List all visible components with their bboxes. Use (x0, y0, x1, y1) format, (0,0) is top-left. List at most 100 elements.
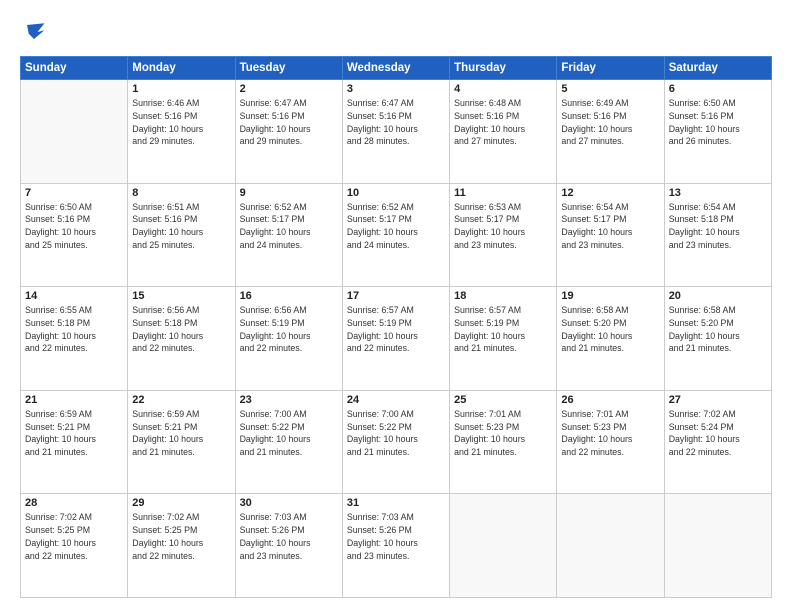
day-cell: 9 Sunrise: 6:52 AM Sunset: 5:17 PM Daylig… (235, 183, 342, 287)
day-cell: 17 Sunrise: 6:57 AM Sunset: 5:19 PM Dayli… (342, 287, 449, 391)
weekday-header-saturday: Saturday (664, 57, 771, 80)
day-number: 6 (669, 83, 767, 95)
day-cell: 25 Sunrise: 7:01 AM Sunset: 5:23 PM Dayli… (450, 390, 557, 494)
day-info: Sunrise: 6:50 AM Sunset: 5:16 PM Dayligh… (669, 97, 767, 148)
day-cell (450, 494, 557, 598)
day-number: 3 (347, 83, 445, 95)
day-cell: 24Sunrise: 7:00 AM Sunset: 5:22 PM Dayli… (342, 390, 449, 494)
day-number: 15 (132, 290, 230, 302)
day-info: Sunrise: 6:52 AM Sunset: 5:17 PM Dayligh… (347, 201, 445, 252)
day-cell: 2 Sunrise: 6:47 AM Sunset: 5:16 PM Daylig… (235, 80, 342, 184)
day-info: Sunrise: 6:51 AM Sunset: 5:16 PM Dayligh… (132, 201, 230, 252)
day-info: Sunrise: 6:57 AM Sunset: 5:19 PM Dayligh… (454, 304, 552, 355)
day-number: 8 (132, 187, 230, 199)
day-cell: 26 Sunrise: 7:01 AM Sunset: 5:23 PM Dayli… (557, 390, 664, 494)
day-cell: 28 Sunrise: 7:02 AM Sunset: 5:25 PM Dayli… (21, 494, 128, 598)
day-number: 9 (240, 187, 338, 199)
day-info: Sunrise: 6:52 AM Sunset: 5:17 PM Dayligh… (240, 201, 338, 252)
day-number: 23 (240, 394, 338, 406)
day-info: Sunrise: 6:50 AM Sunset: 5:16 PM Dayligh… (25, 201, 123, 252)
day-number: 30 (240, 497, 338, 509)
day-number: 5 (561, 83, 659, 95)
day-cell: 29 Sunrise: 7:02 AM Sunset: 5:25 PM Dayli… (128, 494, 235, 598)
day-number: 26 (561, 394, 659, 406)
day-cell: 18 Sunrise: 6:57 AM Sunset: 5:19 PM Dayli… (450, 287, 557, 391)
week-row-5: 28 Sunrise: 7:02 AM Sunset: 5:25 PM Dayli… (21, 494, 772, 598)
day-info: Sunrise: 6:56 AM Sunset: 5:18 PM Dayligh… (132, 304, 230, 355)
logo-icon (20, 18, 48, 46)
page: SundayMondayTuesdayWednesdayThursdayFrid… (0, 0, 792, 612)
weekday-header-monday: Monday (128, 57, 235, 80)
day-number: 2 (240, 83, 338, 95)
day-cell: 23 Sunrise: 7:00 AM Sunset: 5:22 PM Dayli… (235, 390, 342, 494)
day-info: Sunrise: 6:48 AM Sunset: 5:16 PM Dayligh… (454, 97, 552, 148)
weekday-header-tuesday: Tuesday (235, 57, 342, 80)
day-cell (557, 494, 664, 598)
day-cell (21, 80, 128, 184)
day-cell: 4 Sunrise: 6:48 AM Sunset: 5:16 PM Daylig… (450, 80, 557, 184)
day-cell: 11Sunrise: 6:53 AM Sunset: 5:17 PM Dayli… (450, 183, 557, 287)
day-number: 7 (25, 187, 123, 199)
day-number: 31 (347, 497, 445, 509)
day-info: Sunrise: 7:02 AM Sunset: 5:25 PM Dayligh… (25, 511, 123, 562)
day-cell: 22 Sunrise: 6:59 AM Sunset: 5:21 PM Dayli… (128, 390, 235, 494)
day-number: 28 (25, 497, 123, 509)
weekday-header-row: SundayMondayTuesdayWednesdayThursdayFrid… (21, 57, 772, 80)
day-info: Sunrise: 6:59 AM Sunset: 5:21 PM Dayligh… (132, 408, 230, 459)
day-info: Sunrise: 7:00 AM Sunset: 5:22 PM Dayligh… (240, 408, 338, 459)
day-cell: 13 Sunrise: 6:54 AM Sunset: 5:18 PM Dayli… (664, 183, 771, 287)
day-info: Sunrise: 6:47 AM Sunset: 5:16 PM Dayligh… (240, 97, 338, 148)
logo (20, 18, 52, 46)
week-row-2: 7 Sunrise: 6:50 AM Sunset: 5:16 PM Daylig… (21, 183, 772, 287)
weekday-header-friday: Friday (557, 57, 664, 80)
day-cell: 20 Sunrise: 6:58 AM Sunset: 5:20 PM Dayli… (664, 287, 771, 391)
header (20, 18, 772, 46)
day-number: 20 (669, 290, 767, 302)
day-number: 18 (454, 290, 552, 302)
day-info: Sunrise: 7:03 AM Sunset: 5:26 PM Dayligh… (240, 511, 338, 562)
day-number: 29 (132, 497, 230, 509)
day-info: Sunrise: 6:53 AM Sunset: 5:17 PM Dayligh… (454, 201, 552, 252)
day-cell: 12Sunrise: 6:54 AM Sunset: 5:17 PM Dayli… (557, 183, 664, 287)
day-info: Sunrise: 7:01 AM Sunset: 5:23 PM Dayligh… (454, 408, 552, 459)
day-number: 22 (132, 394, 230, 406)
calendar-table: SundayMondayTuesdayWednesdayThursdayFrid… (20, 56, 772, 598)
day-number: 14 (25, 290, 123, 302)
day-info: Sunrise: 7:02 AM Sunset: 5:25 PM Dayligh… (132, 511, 230, 562)
day-number: 10 (347, 187, 445, 199)
day-cell: 27Sunrise: 7:02 AM Sunset: 5:24 PM Dayli… (664, 390, 771, 494)
day-info: Sunrise: 6:56 AM Sunset: 5:19 PM Dayligh… (240, 304, 338, 355)
weekday-header-wednesday: Wednesday (342, 57, 449, 80)
week-row-1: 1 Sunrise: 6:46 AM Sunset: 5:16 PM Daylig… (21, 80, 772, 184)
day-cell: 19Sunrise: 6:58 AM Sunset: 5:20 PM Dayli… (557, 287, 664, 391)
day-info: Sunrise: 7:01 AM Sunset: 5:23 PM Dayligh… (561, 408, 659, 459)
day-cell: 16Sunrise: 6:56 AM Sunset: 5:19 PM Dayli… (235, 287, 342, 391)
day-info: Sunrise: 6:58 AM Sunset: 5:20 PM Dayligh… (669, 304, 767, 355)
day-info: Sunrise: 6:49 AM Sunset: 5:16 PM Dayligh… (561, 97, 659, 148)
week-row-4: 21 Sunrise: 6:59 AM Sunset: 5:21 PM Dayli… (21, 390, 772, 494)
day-cell: 15 Sunrise: 6:56 AM Sunset: 5:18 PM Dayli… (128, 287, 235, 391)
day-cell: 6 Sunrise: 6:50 AM Sunset: 5:16 PM Daylig… (664, 80, 771, 184)
day-cell: 21Sunrise: 6:59 AM Sunset: 5:21 PM Dayli… (21, 390, 128, 494)
day-number: 17 (347, 290, 445, 302)
weekday-header-thursday: Thursday (450, 57, 557, 80)
day-info: Sunrise: 6:54 AM Sunset: 5:18 PM Dayligh… (669, 201, 767, 252)
day-number: 12 (561, 187, 659, 199)
day-number: 4 (454, 83, 552, 95)
day-cell: 1 Sunrise: 6:46 AM Sunset: 5:16 PM Daylig… (128, 80, 235, 184)
week-row-3: 14Sunrise: 6:55 AM Sunset: 5:18 PM Dayli… (21, 287, 772, 391)
day-cell: 3 Sunrise: 6:47 AM Sunset: 5:16 PM Daylig… (342, 80, 449, 184)
day-info: Sunrise: 6:58 AM Sunset: 5:20 PM Dayligh… (561, 304, 659, 355)
day-cell: 30 Sunrise: 7:03 AM Sunset: 5:26 PM Dayli… (235, 494, 342, 598)
day-number: 21 (25, 394, 123, 406)
day-cell: 14Sunrise: 6:55 AM Sunset: 5:18 PM Dayli… (21, 287, 128, 391)
day-number: 25 (454, 394, 552, 406)
day-info: Sunrise: 6:46 AM Sunset: 5:16 PM Dayligh… (132, 97, 230, 148)
day-cell (664, 494, 771, 598)
day-number: 13 (669, 187, 767, 199)
day-cell: 8 Sunrise: 6:51 AM Sunset: 5:16 PM Daylig… (128, 183, 235, 287)
day-info: Sunrise: 6:57 AM Sunset: 5:19 PM Dayligh… (347, 304, 445, 355)
day-info: Sunrise: 6:47 AM Sunset: 5:16 PM Dayligh… (347, 97, 445, 148)
day-number: 1 (132, 83, 230, 95)
day-number: 24 (347, 394, 445, 406)
